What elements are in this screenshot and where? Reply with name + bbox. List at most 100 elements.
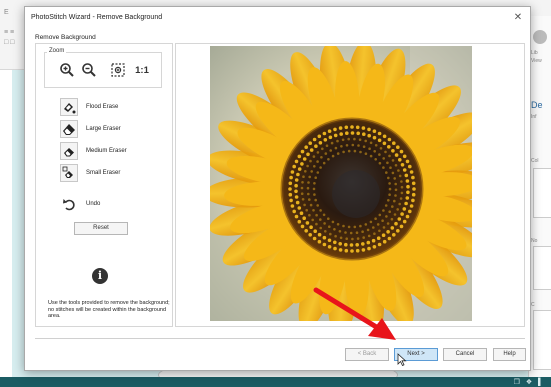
reset-button[interactable]: Reset [74, 222, 128, 235]
seed [376, 236, 381, 240]
seed [386, 161, 389, 165]
help-button[interactable]: Help [493, 348, 526, 361]
seed [400, 180, 403, 183]
seed [402, 219, 407, 224]
zoom-fit-icon [111, 63, 125, 77]
zoom-in-button[interactable] [58, 61, 76, 79]
seed [331, 154, 335, 158]
seed [306, 152, 310, 157]
seed [317, 134, 322, 139]
cancel-button[interactable]: Cancel [443, 348, 487, 361]
seed [364, 152, 368, 155]
seed [294, 183, 298, 188]
seed [334, 234, 337, 238]
seed [339, 132, 343, 136]
large-eraser-tool[interactable]: Large Eraser [60, 120, 121, 138]
zoom-fit-button[interactable] [109, 61, 127, 79]
seed [303, 203, 306, 207]
seed [329, 232, 332, 236]
seed [385, 171, 388, 174]
flood-erase-tool[interactable]: Flood Erase [60, 98, 118, 116]
seed [364, 139, 367, 143]
footer-divider [35, 338, 525, 339]
seed [334, 146, 338, 150]
medium-eraser-tool[interactable]: Medium Eraser [60, 142, 127, 160]
seed [382, 141, 387, 146]
seed [317, 239, 322, 244]
seed [306, 186, 310, 190]
seed [402, 154, 407, 159]
seed [300, 162, 304, 166]
seed [361, 230, 364, 233]
image-preview-panel[interactable] [175, 43, 525, 327]
seed [302, 216, 306, 220]
zoom-out-button[interactable] [80, 61, 98, 79]
zoom-out-icon [82, 63, 96, 77]
seed [356, 237, 360, 240]
seed [305, 208, 308, 212]
seed [411, 198, 415, 203]
seed [338, 242, 342, 246]
seed [347, 137, 350, 141]
seed [404, 173, 409, 178]
seed [412, 187, 416, 191]
seed [294, 178, 299, 182]
seed [377, 242, 382, 247]
seed [358, 138, 362, 141]
sunflower-photo[interactable] [210, 46, 472, 321]
seed [394, 182, 397, 186]
seed [333, 127, 337, 132]
next-button[interactable]: Next > [394, 348, 438, 361]
zoom-caption: Zoom [47, 48, 67, 54]
close-button[interactable]: ✕ [512, 12, 524, 24]
seed [374, 158, 377, 161]
seed [394, 164, 398, 167]
seed [369, 220, 373, 224]
seed [304, 229, 308, 233]
seed [301, 181, 304, 184]
seed [387, 176, 390, 180]
seed [396, 229, 400, 233]
undo-icon [60, 195, 78, 213]
seed [344, 248, 349, 253]
seed [328, 225, 331, 228]
seed [289, 198, 293, 203]
seed [316, 160, 319, 163]
seed [388, 187, 392, 191]
seed [345, 237, 348, 240]
small-eraser-tool[interactable]: Small Eraser [60, 164, 120, 182]
seed [318, 141, 323, 145]
seed [301, 198, 305, 201]
seed [400, 212, 404, 216]
zoom-actual-size-button[interactable]: 1:1 [133, 61, 151, 79]
seed [294, 159, 299, 164]
seed [312, 137, 317, 142]
medium-eraser-label: Medium Eraser [86, 148, 127, 154]
seed [307, 181, 310, 184]
seed [353, 149, 357, 153]
seed [361, 248, 366, 252]
seed [387, 199, 390, 202]
seed [374, 217, 377, 220]
seed [392, 233, 396, 237]
seed [355, 243, 359, 247]
seed [377, 138, 382, 143]
seed [367, 246, 371, 251]
seed [387, 145, 391, 149]
back-button[interactable]: < Back [345, 348, 389, 361]
seed [319, 209, 322, 212]
seed [336, 152, 340, 155]
background-status-bar: ❐ ❖ ▌ [0, 377, 551, 387]
seed [333, 240, 337, 245]
seed [344, 242, 348, 247]
seed [305, 221, 310, 225]
undo-button[interactable]: Undo [60, 195, 100, 213]
seed [402, 168, 407, 172]
seed [307, 192, 310, 196]
seed [400, 185, 404, 189]
seed [351, 143, 355, 147]
seed [405, 196, 410, 200]
seed [325, 144, 329, 147]
seed [397, 217, 402, 221]
background-ribbon-icons: ≡ ≡ □ □ [4, 29, 15, 46]
